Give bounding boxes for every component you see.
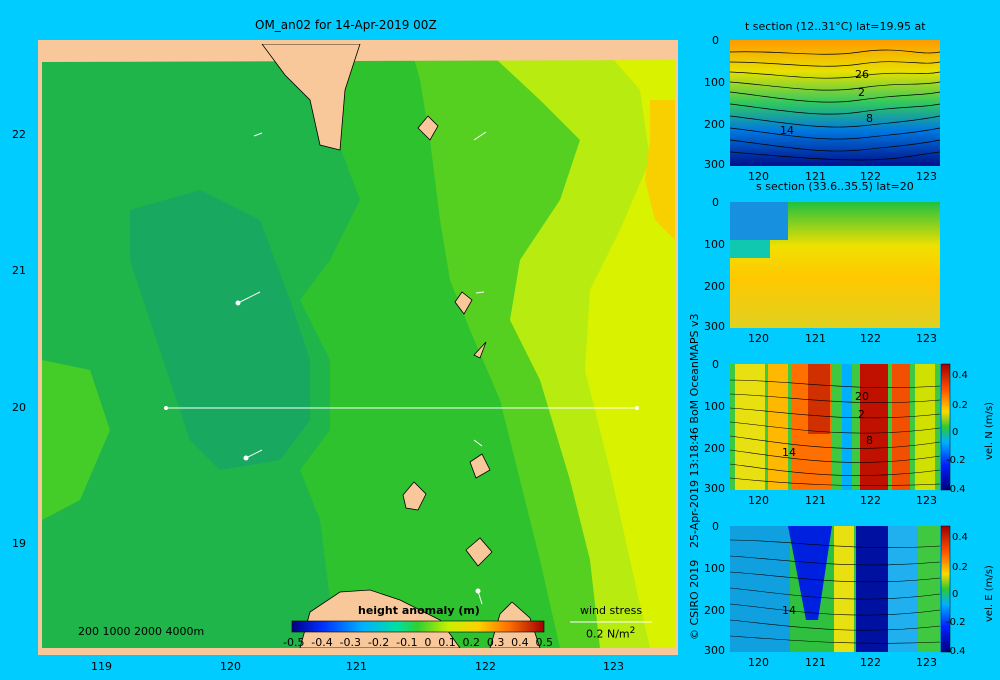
- vel-cb-tick: 0.4: [952, 532, 968, 543]
- colorbar-tick: 0.4: [511, 636, 529, 649]
- s-section-title: s section (33.6..35.5) lat=20: [756, 180, 914, 193]
- section-y-tick: 0: [712, 196, 719, 209]
- wind-stress-exponent: 2: [629, 626, 636, 636]
- section-x-tick: 121: [805, 332, 826, 345]
- vel-n-panel: [729, 364, 941, 490]
- contour-label: 14: [782, 446, 796, 459]
- vel-cb-tick: 0.2: [952, 400, 968, 411]
- s-section-panel: [730, 202, 940, 328]
- vel-cb-tick: -0.2: [946, 617, 966, 628]
- main-map-title: OM_an02 for 14-Apr-2019 00Z: [255, 18, 437, 32]
- section-y-tick: 200: [704, 118, 725, 131]
- x-tick-label: 120: [220, 660, 241, 673]
- vel-cb-tick: -0.4: [946, 646, 966, 657]
- section-x-tick: 122: [860, 494, 881, 507]
- credit-timestamp: 25-Apr-2019 13:18:46 BoM OceanMAPS v3: [688, 313, 701, 549]
- wind-stress-label: wind stress: [580, 604, 643, 617]
- section-y-tick: 300: [704, 320, 725, 333]
- section-x-tick: 123: [916, 170, 937, 183]
- section-y-tick: 300: [704, 158, 725, 171]
- credit-copyright: © CSIRO 2019: [688, 559, 701, 640]
- section-y-tick: 200: [704, 280, 725, 293]
- section-y-tick: 200: [704, 604, 725, 617]
- colorbar-tick: 0.5: [535, 636, 553, 649]
- contour-label: 8: [866, 434, 873, 447]
- t-section-title: t section (12..31°C) lat=19.95 at: [745, 20, 926, 33]
- vel-cb-tick: 0.2: [952, 562, 968, 573]
- section-y-tick: 200: [704, 442, 725, 455]
- t-section-panel: [729, 40, 941, 166]
- colorbar-tick: -0.1: [396, 636, 418, 649]
- contour-label: 26: [855, 68, 869, 81]
- vel-cb-tick: -0.4: [946, 484, 966, 495]
- wind-stress-value: 0.2 N/m: [586, 627, 630, 641]
- x-tick-label: 121: [346, 660, 367, 673]
- colorbar-tick: 0.2: [462, 636, 481, 649]
- section-y-tick: 100: [704, 76, 725, 89]
- section-y-tick: 100: [704, 238, 725, 251]
- colorbar-tick: -0.5: [283, 636, 305, 649]
- contour-label: 14: [780, 124, 794, 137]
- wind-stress-scale: 0.2 N/m2: [586, 626, 635, 641]
- section-x-tick: 121: [805, 170, 826, 183]
- section-x-tick: 123: [916, 332, 937, 345]
- y-tick-label: 21: [12, 264, 26, 277]
- section-x-tick: 120: [748, 494, 769, 507]
- x-tick-label: 122: [475, 660, 496, 673]
- vel-n-colorbar: [940, 363, 951, 491]
- section-x-tick: 123: [916, 656, 937, 669]
- section-y-tick: 0: [712, 358, 719, 371]
- colorbar-tick: 0: [424, 636, 432, 649]
- colorbar-ticks: -0.5 -0.4 -0.3 -0.2 -0.1 0 0.1 0.2 0.3 0…: [283, 636, 553, 649]
- colorbar-tick: 0.3: [486, 636, 505, 649]
- vel-e-cb-label: vel. E (m/s): [984, 565, 995, 622]
- height-anomaly-field: [42, 44, 675, 648]
- contour-label: 2: [858, 86, 865, 99]
- vel-n-cb-label: vel. N (m/s): [984, 402, 995, 460]
- section-y-tick: 100: [704, 400, 725, 413]
- depth-legend: 200 1000 2000 4000m: [78, 625, 205, 638]
- section-x-tick: 122: [860, 332, 881, 345]
- section-y-tick: 300: [704, 482, 725, 495]
- vel-cb-tick: 0: [952, 427, 959, 438]
- contour-label: 8: [866, 112, 873, 125]
- contour-label: 14: [782, 604, 796, 617]
- section-y-tick: 0: [712, 520, 719, 533]
- section-x-tick: 122: [860, 656, 881, 669]
- vel-e-panel: [729, 526, 941, 652]
- colorbar-title: height anomaly (m): [358, 604, 480, 617]
- colorbar-tick: -0.3: [339, 636, 362, 649]
- section-y-tick: 300: [704, 644, 725, 657]
- section-x-tick: 121: [805, 656, 826, 669]
- y-tick-label: 20: [12, 401, 26, 414]
- y-tick-label: 19: [12, 537, 26, 550]
- contour-label: 20: [855, 390, 869, 403]
- chart-canvas: [42, 40, 951, 653]
- section-x-tick: 123: [916, 494, 937, 507]
- section-y-tick: 0: [712, 34, 719, 47]
- contour-label: 2: [858, 408, 865, 421]
- colorbar-tick: -0.2: [367, 636, 390, 649]
- section-x-tick: 120: [748, 332, 769, 345]
- vel-cb-tick: 0: [952, 589, 959, 600]
- vel-cb-tick: 0.4: [952, 370, 968, 381]
- section-x-tick: 120: [748, 656, 769, 669]
- colorbar-tick: -0.4: [311, 636, 333, 649]
- vel-cb-tick: -0.2: [946, 455, 966, 466]
- colorbar-tick: 0.1: [438, 636, 456, 649]
- section-y-tick: 100: [704, 562, 725, 575]
- section-x-tick: 120: [748, 170, 769, 183]
- vel-e-colorbar: [940, 525, 951, 653]
- section-x-tick: 121: [805, 494, 826, 507]
- x-tick-label: 123: [603, 660, 624, 673]
- y-tick-label: 22: [12, 128, 26, 141]
- x-tick-label: 119: [91, 660, 112, 673]
- height-colorbar: [291, 620, 545, 633]
- section-x-tick: 122: [860, 170, 881, 183]
